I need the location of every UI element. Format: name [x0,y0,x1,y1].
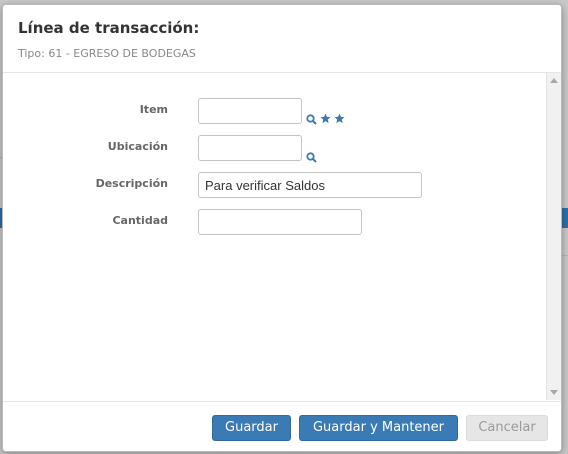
dialog-scrollbar[interactable] [546,73,561,400]
item-search-icon[interactable] [306,110,317,129]
quantity-label: Cantidad [112,214,168,227]
scroll-down-arrow-icon[interactable] [550,390,558,395]
dialog-subtitle: Tipo: 61 - EGRESO DE BODEGAS [18,47,196,60]
item-star-icon[interactable] [334,109,345,128]
dialog-footer: Guardar Guardar y Mantener Cancelar [3,401,561,451]
item-star-icon[interactable] [320,109,331,128]
background-row-line [562,255,568,256]
dialog-header: Línea de transacción: Tipo: 61 - EGRESO … [3,5,561,73]
save-button[interactable]: Guardar [212,415,291,441]
transaction-line-dialog: Línea de transacción: Tipo: 61 - EGRESO … [2,4,562,452]
quantity-input[interactable] [198,209,362,235]
location-label: Ubicación [107,140,168,153]
save-and-keep-button[interactable]: Guardar y Mantener [299,415,458,441]
description-label: Descripción [95,177,168,190]
location-search-icon[interactable] [306,148,317,167]
background-table-header-right [562,208,568,228]
item-label: Item [139,103,168,116]
scroll-up-arrow-icon[interactable] [550,78,558,83]
dialog-body: Item Ubicación Descripción Cantidad [3,73,546,400]
location-input[interactable] [198,135,302,161]
cancel-button[interactable]: Cancelar [466,415,548,441]
item-input[interactable] [198,98,302,124]
description-input[interactable] [198,172,422,198]
dialog-title: Línea de transacción: [18,19,200,37]
